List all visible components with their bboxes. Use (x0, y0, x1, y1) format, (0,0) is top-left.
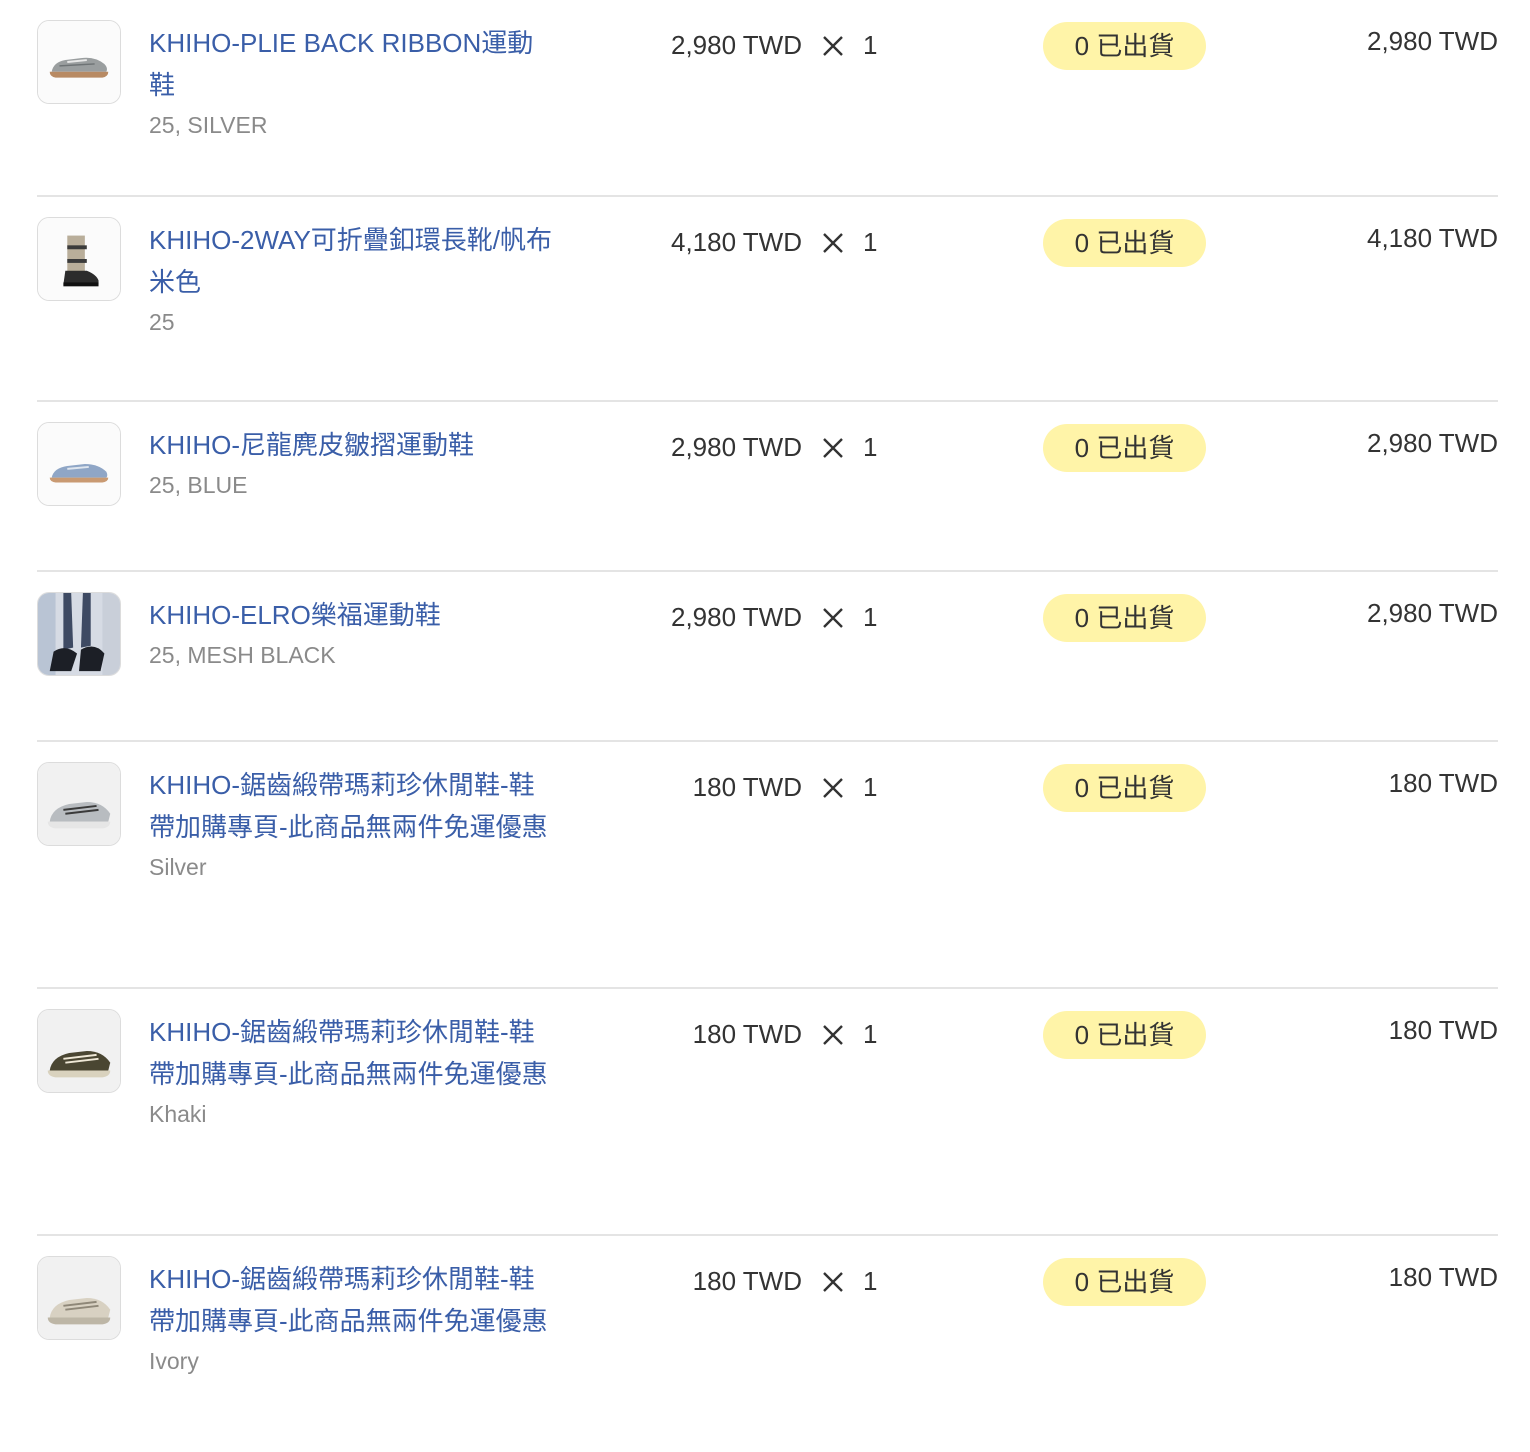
shipped-status-badge: 0 已出貨 (1043, 594, 1206, 642)
shipped-status-badge: 0 已出貨 (1043, 1011, 1206, 1059)
line-total: 2,980 TWD (1366, 26, 1498, 56)
order-item-row: KHIHO-鋸齒緞帶瑪莉珍休閒鞋-鞋帶加購專頁-此商品無兩件免運優惠 Khaki… (37, 989, 1498, 1236)
order-item-row: KHIHO-尼龍麂皮皺摺運動鞋 25, BLUE 2,980 TWD 1 0 已… (37, 402, 1498, 572)
product-thumbnail[interactable] (37, 217, 121, 301)
product-name-link[interactable]: KHIHO-尼龍麂皮皺摺運動鞋 (149, 424, 559, 466)
line-total: 2,980 TWD (1366, 428, 1498, 458)
line-total: 180 TWD (1388, 1262, 1498, 1292)
shipped-status-badge: 0 已出貨 (1043, 1258, 1206, 1306)
times-icon (820, 30, 846, 60)
silver-lace-sneaker-icon (38, 763, 120, 845)
product-variant: Khaki (149, 1101, 207, 1127)
product-thumbnail[interactable] (37, 20, 121, 104)
times-icon (820, 602, 846, 632)
quantity: 1 (863, 1019, 878, 1049)
quantity: 1 (863, 30, 878, 60)
shipped-status-badge: 0 已出貨 (1043, 764, 1206, 812)
quantity: 1 (863, 1266, 878, 1296)
order-item-row: KHIHO-PLIE BACK RIBBON運動鞋 25, SILVER 2,9… (37, 0, 1498, 197)
unit-price: 180 TWD (692, 772, 802, 802)
line-total: 180 TWD (1388, 1015, 1498, 1045)
order-item-list: KHIHO-PLIE BACK RIBBON運動鞋 25, SILVER 2,9… (37, 0, 1498, 1452)
quantity: 1 (863, 227, 878, 257)
order-item-row: KHIHO-鋸齒緞帶瑪莉珍休閒鞋-鞋帶加購專頁-此商品無兩件免運優惠 Silve… (37, 742, 1498, 989)
canvas-boot-icon (38, 218, 120, 300)
product-variant: Silver (149, 854, 207, 880)
times-icon (820, 432, 846, 462)
order-item-row: KHIHO-2WAY可折疊釦環長靴/帆布米色 25 4,180 TWD 1 0 … (37, 197, 1498, 402)
line-total: 2,980 TWD (1366, 598, 1498, 628)
product-name-link[interactable]: KHIHO-鋸齒緞帶瑪莉珍休閒鞋-鞋帶加購專頁-此商品無兩件免運優惠 (149, 1011, 559, 1095)
product-thumbnail[interactable] (37, 422, 121, 506)
ivory-lace-sneaker-icon (38, 1257, 120, 1339)
product-name-link[interactable]: KHIHO-鋸齒緞帶瑪莉珍休閒鞋-鞋帶加購專頁-此商品無兩件免運優惠 (149, 764, 559, 848)
unit-price: 2,980 TWD (670, 432, 802, 462)
shipped-status-badge: 0 已出貨 (1043, 219, 1206, 267)
times-icon (820, 1019, 846, 1049)
shipped-status-badge: 0 已出貨 (1043, 424, 1206, 472)
product-thumbnail[interactable] (37, 1256, 121, 1340)
line-total: 180 TWD (1388, 768, 1498, 798)
product-thumbnail[interactable] (37, 1009, 121, 1093)
blue-sneaker-icon (38, 423, 120, 505)
khaki-lace-sneaker-icon (38, 1010, 120, 1092)
product-name-link[interactable]: KHIHO-PLIE BACK RIBBON運動鞋 (149, 22, 559, 106)
unit-price: 2,980 TWD (670, 602, 802, 632)
quantity: 1 (863, 602, 878, 632)
product-name-link[interactable]: KHIHO-2WAY可折疊釦環長靴/帆布米色 (149, 219, 559, 303)
times-icon (820, 227, 846, 257)
shipped-status-badge: 0 已出貨 (1043, 22, 1206, 70)
product-variant: 25, BLUE (149, 472, 248, 498)
mesh-loafer-photo-icon (38, 593, 120, 675)
product-variant: 25, SILVER (149, 112, 268, 138)
quantity: 1 (863, 772, 878, 802)
unit-price: 2,980 TWD (670, 30, 802, 60)
product-thumbnail[interactable] (37, 762, 121, 846)
product-variant: 25 (149, 309, 175, 335)
product-variant: 25, MESH BLACK (149, 642, 336, 668)
product-variant: Ivory (149, 1348, 199, 1374)
times-icon (820, 1266, 846, 1296)
line-total: 4,180 TWD (1366, 223, 1498, 253)
product-name-link[interactable]: KHIHO-鋸齒緞帶瑪莉珍休閒鞋-鞋帶加購專頁-此商品無兩件免運優惠 (149, 1258, 559, 1342)
unit-price: 180 TWD (692, 1019, 802, 1049)
order-item-row: KHIHO-鋸齒緞帶瑪莉珍休閒鞋-鞋帶加購專頁-此商品無兩件免運優惠 Ivory… (37, 1236, 1498, 1452)
order-item-row: KHIHO-ELRO樂福運動鞋 25, MESH BLACK 2,980 TWD… (37, 572, 1498, 742)
product-thumbnail[interactable] (37, 592, 121, 676)
quantity: 1 (863, 432, 878, 462)
unit-price: 4,180 TWD (670, 227, 802, 257)
product-name-link[interactable]: KHIHO-ELRO樂福運動鞋 (149, 594, 559, 636)
times-icon (820, 772, 846, 802)
silver-sneaker-icon (38, 21, 120, 103)
unit-price: 180 TWD (692, 1266, 802, 1296)
